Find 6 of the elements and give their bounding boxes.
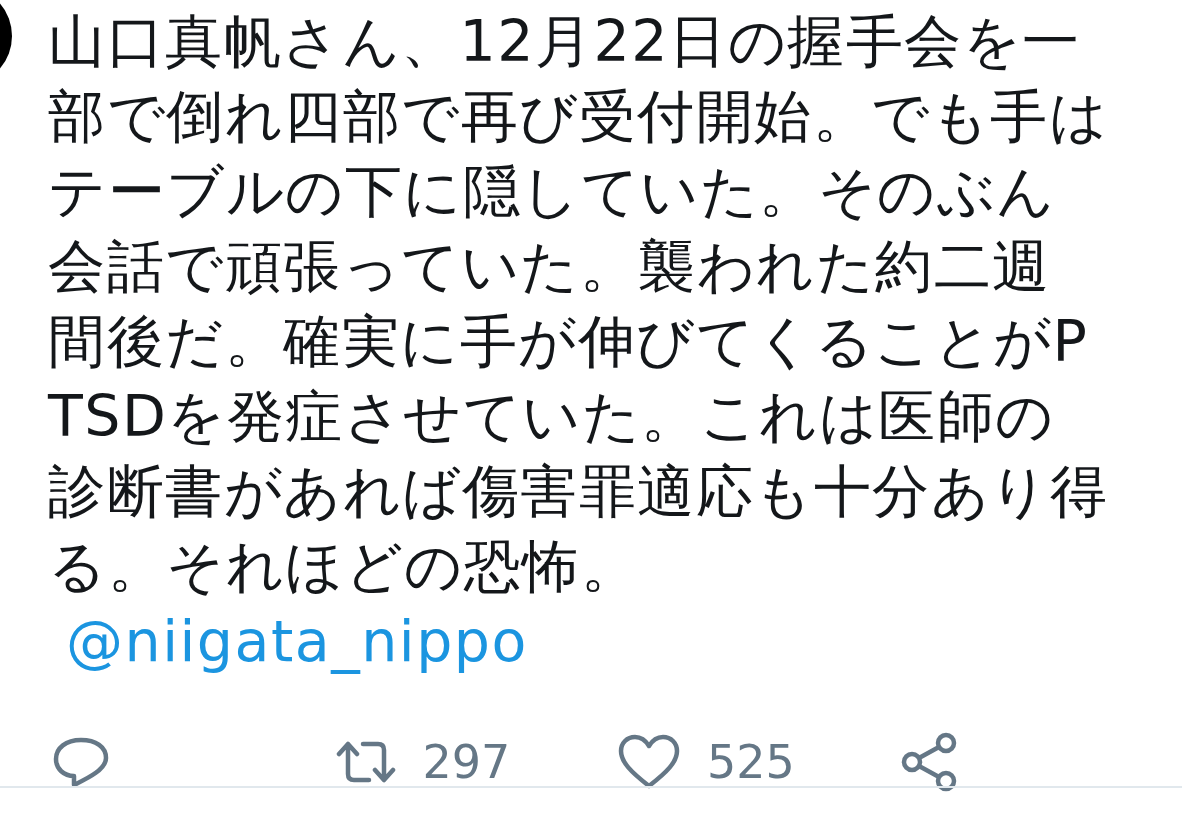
action-count: 297 [422, 735, 511, 789]
retweet-icon[interactable] [334, 740, 397, 784]
reply-icon[interactable] [52, 736, 110, 788]
action-count: 525 [707, 735, 795, 789]
mention-link[interactable]: @niigata_nippo [66, 608, 528, 674]
tweet-text: 山口真帆さん、12月22日の握手会を一部で倒れ四部で再び受付開始。でも手はテーブルの下に隠していた。そのぶん会話で頑張っていた。襲われた約二週間後だ。確実に手が伸びてくることがPTSDを発症させていた。これは医師の診断書があれば傷害罪適応も十分あり得る。それほどの恐怖。 @niigata_nippo [48, 7, 1108, 676]
